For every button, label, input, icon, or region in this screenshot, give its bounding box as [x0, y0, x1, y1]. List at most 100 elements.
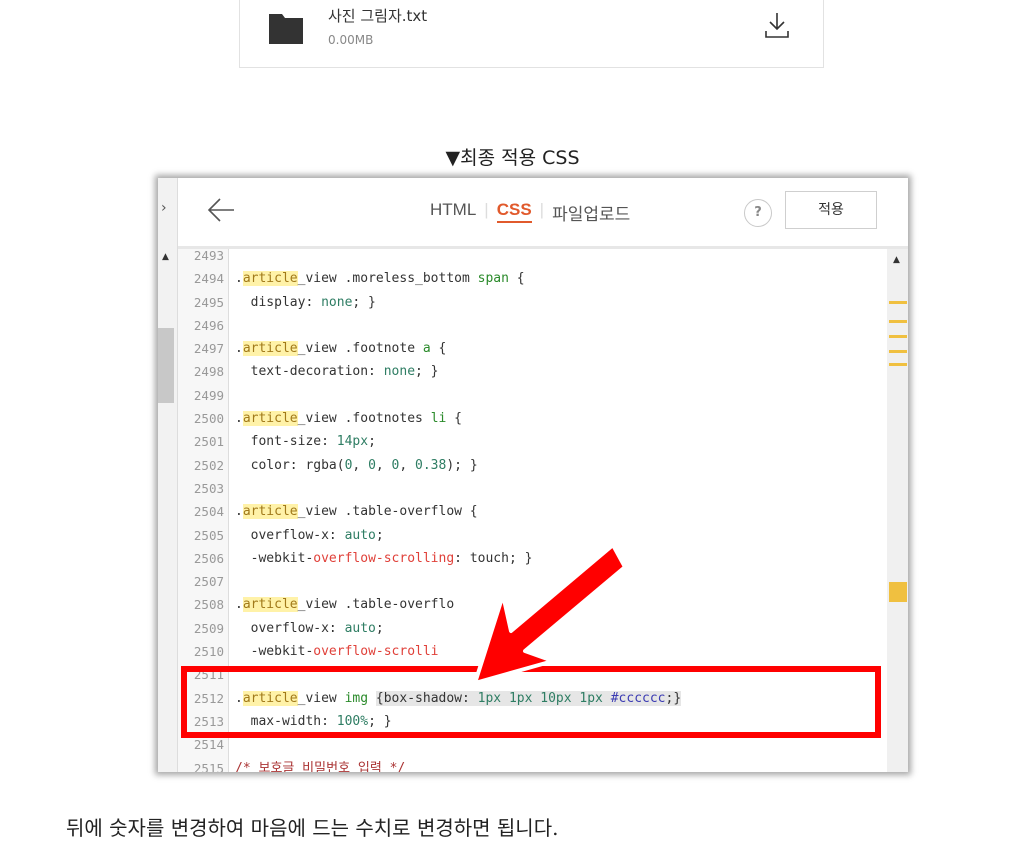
code-token: -webkit-: [235, 550, 314, 566]
css-editor-screenshot: › ▲ HTML | CSS | 파일업로드 ? 적용 2493 2494 .article…: [158, 178, 908, 772]
chevron-right-icon[interactable]: ›: [161, 200, 167, 216]
search-match-marker: [889, 320, 907, 323]
code-line: 2494 .article_view .moreless_bottom span …: [178, 267, 888, 290]
code-token: overflow-scrolling: [313, 550, 455, 566]
code-token: none: [383, 364, 416, 380]
back-arrow-icon[interactable]: [206, 196, 236, 224]
code-text: text-decoration: none; }: [235, 360, 439, 383]
code-text: color: rgba(0, 0, 0, 0.38); }: [235, 454, 478, 477]
code-token: 0.38: [415, 457, 447, 473]
line-number: 2495: [193, 294, 224, 310]
code-token: ); }: [446, 457, 478, 473]
vertical-scrollbar[interactable]: ▲: [887, 249, 908, 772]
line-number: 2508: [193, 597, 224, 613]
code-text: .article_view .moreless_bottom span {: [235, 267, 525, 290]
code-line: 2504 .article_view .table-overflow {: [178, 500, 888, 523]
apply-button[interactable]: 적용: [785, 191, 877, 229]
code-token: .: [235, 341, 243, 357]
editor-toolbar: HTML | CSS | 파일업로드 ? 적용: [178, 178, 908, 249]
search-match-marker: [889, 301, 907, 304]
code-token: a: [422, 341, 431, 357]
tab-css[interactable]: CSS: [496, 200, 532, 223]
left-panel-strip: › ▲: [158, 178, 178, 772]
code-token: ;: [375, 620, 384, 636]
editor-tabs: HTML | CSS | 파일업로드: [430, 200, 630, 225]
scroll-up-icon[interactable]: ▲: [162, 252, 169, 262]
code-line: 2497 .article_view .footnote a {: [178, 337, 888, 360]
download-icon[interactable]: [764, 11, 790, 39]
line-number: 2499: [193, 387, 224, 403]
tab-file-upload[interactable]: 파일업로드: [552, 200, 630, 225]
code-token: /* 보호글 비밀번호 입력 */: [235, 760, 406, 772]
code-text: font-size: 14px;: [235, 430, 376, 453]
line-number: 2496: [193, 317, 224, 333]
code-token: ,: [352, 457, 369, 473]
code-token: display:: [235, 294, 322, 310]
line-number: 2507: [193, 574, 224, 590]
code-token: span: [477, 271, 509, 287]
code-token: .: [235, 411, 243, 427]
code-line: 2501 font-size: 14px;: [178, 430, 888, 453]
code-token: overflow-scrolli: [313, 644, 439, 660]
code-text: .article_view .footnotes li {: [235, 407, 462, 430]
code-token: article: [242, 271, 298, 287]
code-token: none: [321, 294, 353, 310]
code-token: 14px: [336, 434, 369, 450]
code-token: {: [430, 341, 447, 357]
tab-divider: |: [484, 200, 489, 219]
code-token: .: [235, 271, 243, 287]
code-token: color: rgba(: [235, 457, 345, 473]
code-line: 2500 .article_view .footnotes li {: [178, 407, 888, 430]
tab-html[interactable]: HTML: [430, 200, 476, 220]
line-number: 2497: [193, 341, 224, 357]
code-text: overflow-x: auto;: [235, 617, 384, 640]
code-token: font-size:: [235, 434, 337, 450]
code-line: 2499: [178, 384, 888, 407]
code-token: _view .moreless_bottom: [297, 271, 478, 287]
code-token: {: [508, 271, 525, 287]
line-number: 2498: [193, 364, 224, 380]
code-line: 2502 color: rgba(0, 0, 0, 0.38); }: [178, 454, 888, 477]
help-button[interactable]: ?: [744, 199, 772, 227]
code-token: auto: [344, 620, 376, 636]
line-number: 2509: [193, 620, 224, 636]
code-token: _view .footnotes: [297, 411, 431, 427]
code-line: 2495 display: none; }: [178, 291, 888, 314]
code-line: 2503: [178, 477, 888, 500]
line-number: 2501: [193, 434, 224, 450]
code-text: /* 보호글 비밀번호 입력 */: [235, 757, 405, 772]
code-token: _view .table-overflow {: [297, 504, 478, 520]
code-token: .: [235, 597, 243, 613]
code-token: text-decoration:: [235, 364, 384, 380]
code-token: ,: [399, 457, 416, 473]
line-number: 2504: [193, 504, 224, 520]
code-text: .article_view .table-overflo: [235, 593, 454, 616]
line-number: 2500: [193, 411, 224, 427]
search-match-marker: [889, 582, 907, 602]
file-attachment-card[interactable]: 사진 그림자.txt 0.00MB: [239, 0, 824, 68]
scroll-up-icon[interactable]: ▲: [893, 255, 900, 265]
search-match-marker: [889, 335, 907, 338]
code-token: 0: [368, 457, 376, 473]
file-name[interactable]: 사진 그림자.txt: [328, 5, 427, 26]
caption: ▼최종 적용 CSS: [445, 147, 580, 169]
code-token: _view .table-overflo: [297, 597, 455, 613]
folder-icon: [269, 14, 303, 44]
line-number: 2510: [193, 644, 224, 660]
code-token: ;: [375, 527, 384, 543]
code-line: 2496: [178, 314, 888, 337]
code-token: .: [235, 504, 243, 520]
file-size: 0.00MB: [328, 33, 374, 47]
left-scrollbar-thumb[interactable]: [158, 328, 174, 403]
code-token: {: [446, 411, 462, 427]
code-text: .article_view .footnote a {: [235, 337, 446, 360]
code-token: overflow-x:: [235, 620, 345, 636]
line-number: 2503: [193, 480, 224, 496]
code-token: ; }: [352, 294, 376, 310]
line-number: 2494: [193, 271, 224, 287]
code-line: 2515 /* 보호글 비밀번호 입력 */: [178, 757, 888, 772]
red-arrow-annotation: [473, 543, 627, 685]
code-line: 2493: [178, 244, 888, 267]
explanation-text: 뒤에 숫자를 변경하여 마음에 드는 수치로 변경하면 됩니다.: [66, 816, 559, 840]
line-number: 2502: [193, 457, 224, 473]
